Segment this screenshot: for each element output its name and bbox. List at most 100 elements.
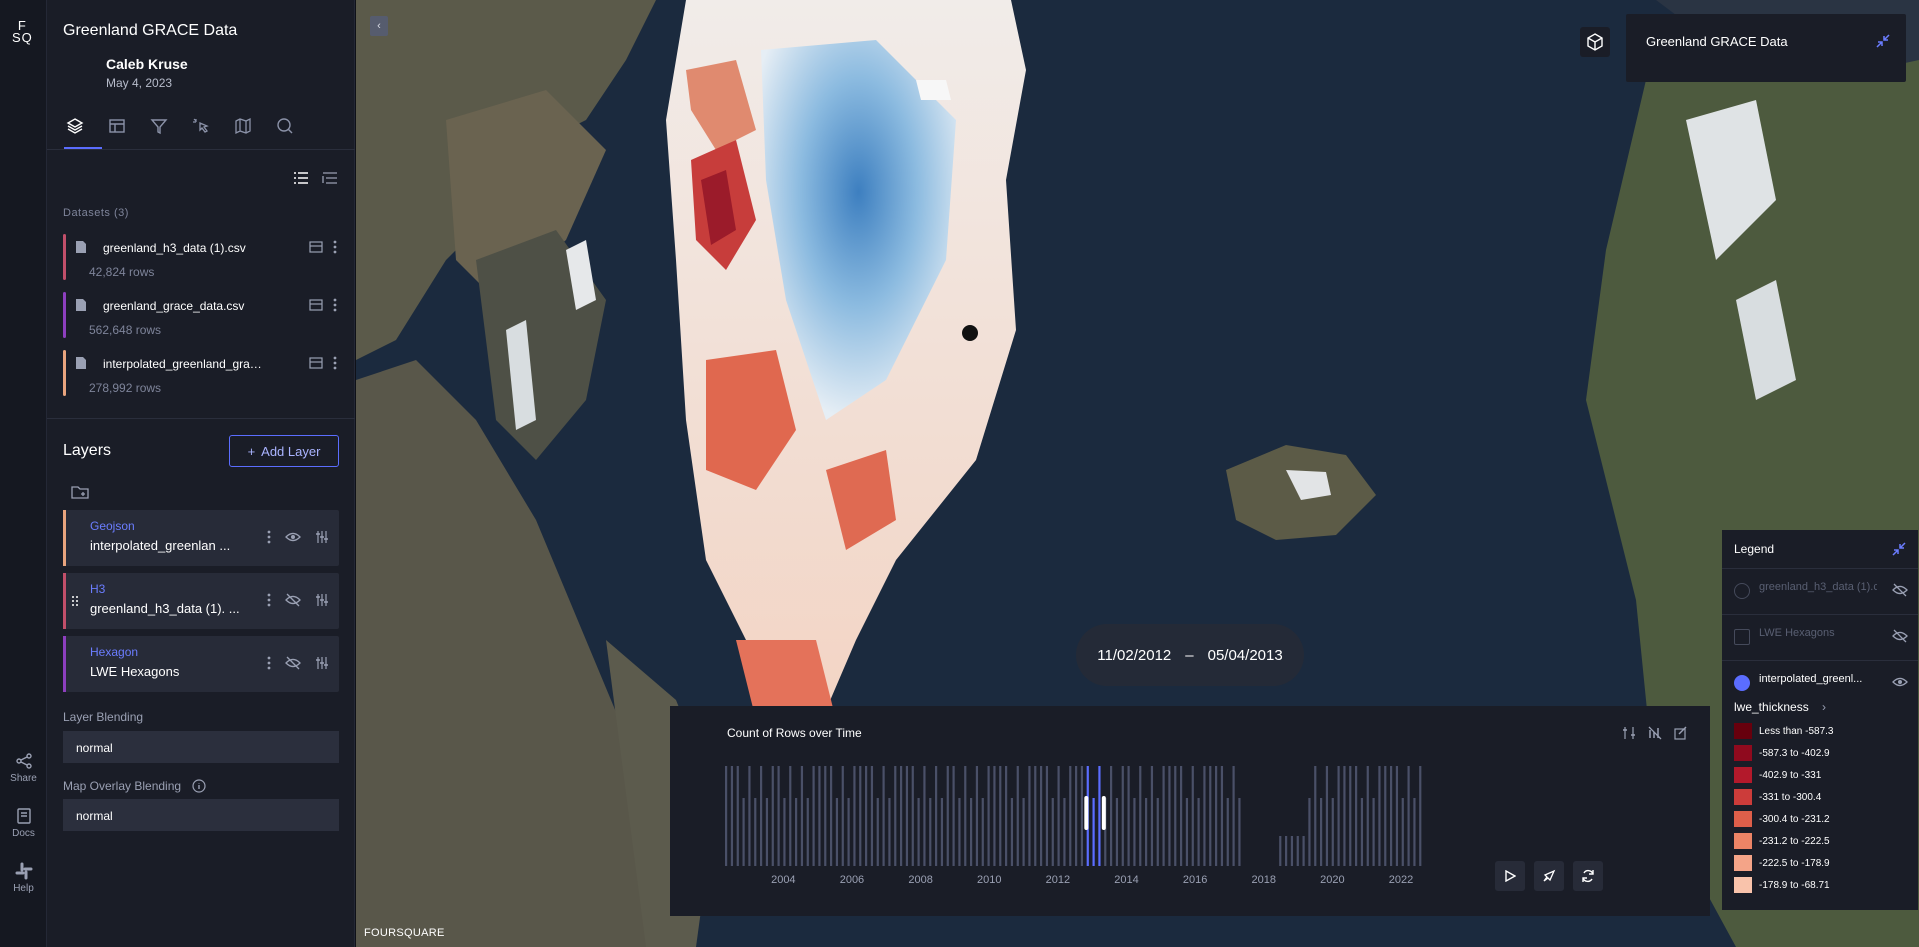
histogram-bar <box>952 766 955 866</box>
range-handle[interactable] <box>1101 796 1106 830</box>
legend-panel: Legend greenland_h3_data (1).csv LWE Hex… <box>1722 530 1918 910</box>
foursquare-logo[interactable]: F SQ <box>12 19 33 44</box>
drag-handle-icon[interactable] <box>71 595 79 607</box>
histogram-bar <box>1069 766 1072 866</box>
histogram-bar <box>1150 766 1154 866</box>
eye-off-icon[interactable] <box>1892 583 1908 597</box>
settings-sliders-icon[interactable] <box>315 530 329 544</box>
dataset-item[interactable]: interpolated_greenland_grace_... 278,992… <box>63 348 339 400</box>
x-tick-label: 2006 <box>840 874 864 886</box>
layer-name[interactable]: LWE Hexagons <box>90 664 179 679</box>
legend-item: -300.4 to -231.2 <box>1734 808 1834 830</box>
share-button[interactable]: Share <box>0 752 47 784</box>
histogram-bar <box>1133 798 1136 866</box>
tabs-divider <box>47 149 355 150</box>
more-icon[interactable] <box>267 593 271 607</box>
table-icon[interactable] <box>309 240 323 254</box>
table-tab[interactable] <box>105 114 129 138</box>
histogram-bar <box>1384 766 1387 866</box>
x-tick-label: 2020 <box>1320 874 1344 886</box>
histogram-bar <box>771 766 774 866</box>
hide-chart-icon[interactable] <box>1648 726 1662 740</box>
histogram-bar <box>870 766 874 866</box>
add-folder-icon[interactable] <box>71 484 89 500</box>
more-icon[interactable] <box>333 240 337 254</box>
docs-button[interactable]: Docs <box>0 807 47 839</box>
legend-swatch <box>1734 767 1752 783</box>
histogram-bar <box>853 766 856 866</box>
legend-swatch <box>1734 811 1752 827</box>
range-handle[interactable] <box>1084 796 1089 830</box>
add-layer-button[interactable]: + Add Layer <box>229 435 339 467</box>
layer-item[interactable]: Hexagon LWE Hexagons <box>63 636 339 692</box>
layers-tab[interactable] <box>63 114 87 138</box>
dataset-item[interactable]: greenland_grace_data.csv 562,648 rows <box>63 290 339 342</box>
map-canvas[interactable]: ‹ Greenland GRACE Data 11/02/2012 – 05/0… <box>356 0 1919 947</box>
collapse-icon[interactable] <box>1892 542 1906 556</box>
search-tab[interactable] <box>273 114 297 138</box>
histogram-bar <box>1034 766 1037 866</box>
layer-item[interactable]: Geojson interpolated_greenlan ... <box>63 510 339 566</box>
eye-off-icon[interactable] <box>285 593 301 607</box>
loop-button[interactable] <box>1573 861 1603 891</box>
panel-tabs <box>63 114 297 138</box>
edit-icon[interactable] <box>1674 726 1688 740</box>
eye-icon[interactable] <box>1892 675 1908 689</box>
legend-field[interactable]: lwe_thickness › <box>1734 700 1826 714</box>
more-icon[interactable] <box>333 356 337 370</box>
dataset-name[interactable]: interpolated_greenland_grace_... <box>103 357 263 371</box>
legend-layer-row[interactable]: greenland_h3_data (1).csv <box>1722 568 1918 614</box>
dataset-name[interactable]: greenland_grace_data.csv <box>103 299 263 313</box>
x-tick-label: 2010 <box>977 874 1001 886</box>
settings-sliders-icon[interactable] <box>1622 726 1636 740</box>
collapse-panel-button[interactable]: ‹ <box>370 16 388 36</box>
layer-name[interactable]: greenland_h3_data (1). ... <box>90 601 240 616</box>
settings-sliders-icon[interactable] <box>315 593 329 607</box>
time-histogram[interactable]: 2004 2006 2008 2010 2012 2014 2016 2018 2020 2022 <box>725 756 1425 886</box>
file-icon <box>76 299 86 311</box>
histogram-bar <box>1075 766 1078 866</box>
nested-view-toggle[interactable] <box>322 170 338 191</box>
help-button[interactable]: Help <box>0 862 47 894</box>
play-button[interactable] <box>1495 861 1525 891</box>
table-icon[interactable] <box>309 298 323 312</box>
collapse-icon[interactable] <box>1876 34 1890 48</box>
interactions-tab[interactable] <box>189 114 213 138</box>
eye-icon[interactable] <box>285 530 301 544</box>
layer-blending-label: Layer Blending <box>63 710 144 724</box>
more-icon[interactable] <box>333 298 337 312</box>
more-icon[interactable] <box>267 530 271 544</box>
dataset-item[interactable]: greenland_h3_data (1).csv 42,824 rows <box>63 232 339 284</box>
layer-color-bar <box>63 636 66 692</box>
layer-blending-select[interactable]: normal <box>63 731 339 763</box>
eye-off-icon[interactable] <box>285 656 301 670</box>
dataset-name[interactable]: greenland_h3_data (1).csv <box>103 241 263 255</box>
layer-item[interactable]: H3 greenland_h3_data (1). ... <box>63 573 339 629</box>
layer-name[interactable]: interpolated_greenlan ... <box>90 538 230 553</box>
basemap-tab[interactable] <box>231 114 255 138</box>
help-label: Help <box>13 883 34 894</box>
histogram-bar <box>818 766 821 866</box>
3d-view-button[interactable] <box>1580 27 1610 57</box>
legend-layer-row[interactable]: LWE Hexagons <box>1722 614 1918 660</box>
info-icon[interactable] <box>192 779 207 793</box>
settings-sliders-icon[interactable] <box>315 656 329 670</box>
map-title[interactable]: Greenland GRACE Data <box>63 22 237 40</box>
speed-button[interactable] <box>1534 861 1564 891</box>
list-view-toggle[interactable] <box>293 170 309 191</box>
overlay-blending-select[interactable]: normal <box>63 799 339 831</box>
histogram-bar <box>900 766 903 866</box>
histogram-bar <box>1226 798 1229 866</box>
histogram-bar <box>806 798 809 866</box>
histogram-bar <box>917 798 920 866</box>
dataset-rows: 562,648 rows <box>89 323 162 337</box>
more-icon[interactable] <box>267 656 271 670</box>
dataset-color-bar <box>63 292 66 338</box>
histogram-bar <box>1180 766 1183 866</box>
histogram-bar <box>911 766 914 866</box>
histogram-bar <box>981 798 984 866</box>
filter-tab[interactable] <box>147 114 171 138</box>
eye-off-icon[interactable] <box>1892 629 1908 643</box>
histogram-bar <box>1302 836 1305 866</box>
table-icon[interactable] <box>309 356 323 370</box>
